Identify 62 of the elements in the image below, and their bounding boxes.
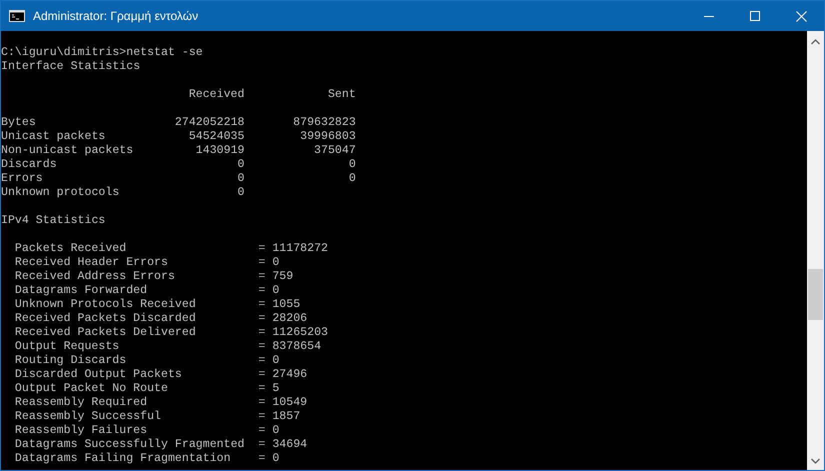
stat-value: = 5 <box>258 382 280 396</box>
maximize-icon <box>750 11 760 21</box>
scrollbar[interactable] <box>807 31 824 470</box>
row-label: Unknown protocols <box>1 186 120 200</box>
row-label: Routing Discards <box>14 354 128 368</box>
stat-value: = 0 <box>258 452 280 466</box>
scrollbar-thumb[interactable] <box>808 269 823 320</box>
row-label: Bytes <box>1 116 37 130</box>
stat-value: 0 <box>236 172 244 186</box>
stat-value: = 1857 <box>258 410 300 424</box>
stat-value: = 1055 <box>258 298 300 312</box>
console-icon <box>9 10 25 22</box>
row-label: Non-unicast packets <box>1 144 134 158</box>
row-label: Unicast packets <box>1 130 106 144</box>
stat-value: 1430919 <box>194 144 244 158</box>
stat-value: = 11178272 <box>258 242 328 256</box>
stat-value: 39996803 <box>299 130 356 144</box>
row-label: Datagrams Successfully Fragmented <box>14 438 246 452</box>
stat-value: = 0 <box>258 284 280 298</box>
row-label: Reassembly Required <box>14 396 148 410</box>
row-label: Datagrams Forwarded <box>14 284 148 298</box>
row-label: Received Address Errors <box>14 270 176 284</box>
close-icon <box>796 10 806 22</box>
row-label: Datagrams Failing Fragmentation <box>14 452 232 466</box>
row-label: Errors <box>1 172 44 186</box>
stat-value: = 0 <box>258 424 280 438</box>
stat-value: = 10549 <box>258 396 308 410</box>
row-label: Output Packet No Route <box>14 382 169 396</box>
row-label: Discarded Output Packets <box>14 368 183 382</box>
row-label: Discards <box>1 158 58 172</box>
row-label: Packets Received <box>14 242 128 256</box>
stat-value: = 34694 <box>258 438 308 452</box>
stat-value: = 27496 <box>258 368 308 382</box>
stat-value: 0 <box>236 158 244 172</box>
column-header: Received <box>188 88 244 102</box>
row-label: Reassembly Successful <box>14 410 162 424</box>
command-line: C:\iguru\dimitris>netstat -se <box>1 46 203 60</box>
stat-value: 0 <box>236 186 244 200</box>
row-label: Unknown Protocols Received <box>14 298 197 312</box>
window-title: Administrator: Γραμμή εντολών <box>33 8 198 25</box>
row-label: Received Packets Discarded <box>14 312 197 326</box>
stat-value: 879632823 <box>292 116 356 130</box>
stat-value: = 8378654 <box>258 340 322 354</box>
stat-value: 375047 <box>313 144 356 158</box>
stat-value: = 0 <box>258 256 280 270</box>
section-heading: Interface Statistics <box>1 60 140 74</box>
stat-value: 0 <box>348 158 356 172</box>
row-label: Reassembly Failures <box>14 424 148 438</box>
row-label: Received Header Errors <box>14 256 169 270</box>
section-heading: IPv4 Statistics <box>1 214 106 228</box>
stat-value: 0 <box>348 172 356 186</box>
stat-value: = 0 <box>258 354 280 368</box>
stat-value: = 28206 <box>258 312 308 326</box>
row-label: Received Packets Delivered <box>14 326 197 340</box>
column-header: Sent <box>326 88 356 102</box>
stat-value: 2742052218 <box>174 116 244 130</box>
scroll-up-icon[interactable] <box>811 39 820 45</box>
stat-value: = 759 <box>258 270 294 284</box>
stat-value: 54524035 <box>188 130 244 144</box>
scroll-down-icon[interactable] <box>811 458 820 464</box>
stat-value: = 11265203 <box>258 326 328 340</box>
row-label: Output Requests <box>14 340 120 354</box>
